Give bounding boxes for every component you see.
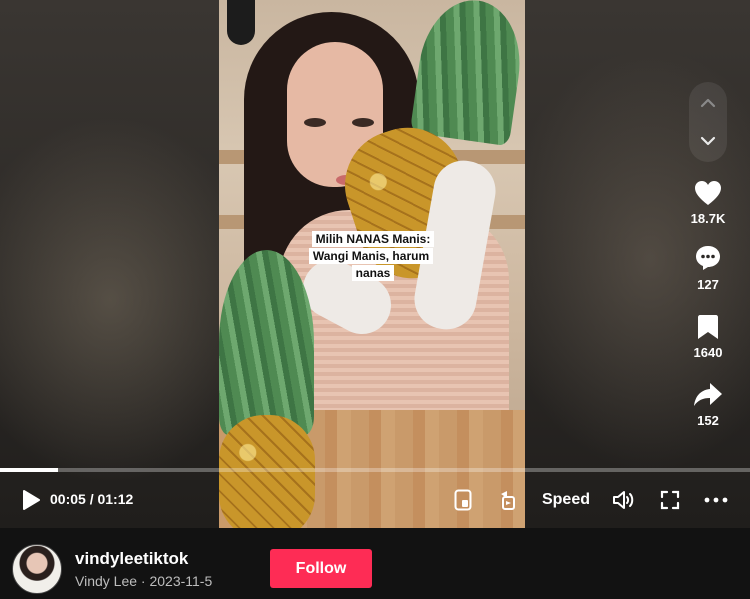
fullscreen-icon: [660, 490, 680, 510]
avatar[interactable]: [12, 544, 62, 594]
comment-icon: [696, 246, 720, 270]
video-person-eye: [352, 118, 374, 127]
share-icon: [694, 383, 722, 406]
volume-icon: [613, 491, 634, 509]
share-action[interactable]: 152: [682, 378, 734, 428]
caption-line-2: Wangi Manis, harum nanas: [308, 248, 434, 281]
more-icon: [704, 497, 728, 503]
speed-button[interactable]: Speed: [538, 478, 594, 522]
comment-count: 127: [697, 277, 719, 292]
play-button[interactable]: [14, 478, 48, 522]
time-display: 00:05 / 01:12: [50, 491, 134, 507]
next-video-button[interactable]: [689, 122, 727, 160]
fullscreen-button[interactable]: [656, 478, 684, 522]
video-caption: Milih NANAS Manis: Wangi Manis, harum na…: [292, 231, 454, 282]
author-username[interactable]: vindyleetiktok: [75, 549, 188, 569]
mini-player-icon: [454, 489, 472, 511]
video-progress-bar[interactable]: [0, 468, 750, 472]
bookmark-icon: [698, 315, 718, 339]
save-action[interactable]: 1640: [682, 310, 734, 360]
auto-scroll-button[interactable]: [494, 478, 522, 522]
follow-button[interactable]: Follow: [270, 549, 372, 588]
previous-video-button[interactable]: [689, 84, 727, 122]
wall-ornament: [227, 0, 255, 45]
author-subline: Vindy Lee · 2023-11-5: [75, 573, 213, 589]
chevron-down-icon: [700, 136, 716, 146]
pineapple-crown: [409, 0, 525, 147]
video-navigation: [689, 82, 727, 162]
mini-player-button[interactable]: [450, 478, 476, 522]
comment-action[interactable]: 127: [682, 242, 734, 292]
like-count: 18.7K: [690, 211, 726, 226]
volume-button[interactable]: [610, 478, 638, 522]
author-bar: vindyleetiktok Vindy Lee · 2023-11-5 Fol…: [0, 528, 750, 599]
heart-icon: [695, 181, 721, 205]
video-person-eye: [304, 118, 326, 127]
more-options-button[interactable]: [700, 478, 732, 522]
like-action[interactable]: 18.7K: [682, 176, 734, 226]
video-player[interactable]: Milih NANAS Manis: Wangi Manis, harum na…: [219, 0, 525, 528]
chevron-up-icon: [700, 98, 716, 108]
play-icon: [23, 490, 40, 510]
video-progress-fill: [0, 468, 58, 472]
save-count: 1640: [693, 345, 723, 360]
auto-scroll-icon: [501, 491, 515, 510]
player-controls: 00:05 / 01:12 Speed: [0, 478, 750, 522]
caption-line-1: Milih NANAS Manis:: [311, 231, 435, 247]
share-count: 152: [697, 413, 719, 428]
